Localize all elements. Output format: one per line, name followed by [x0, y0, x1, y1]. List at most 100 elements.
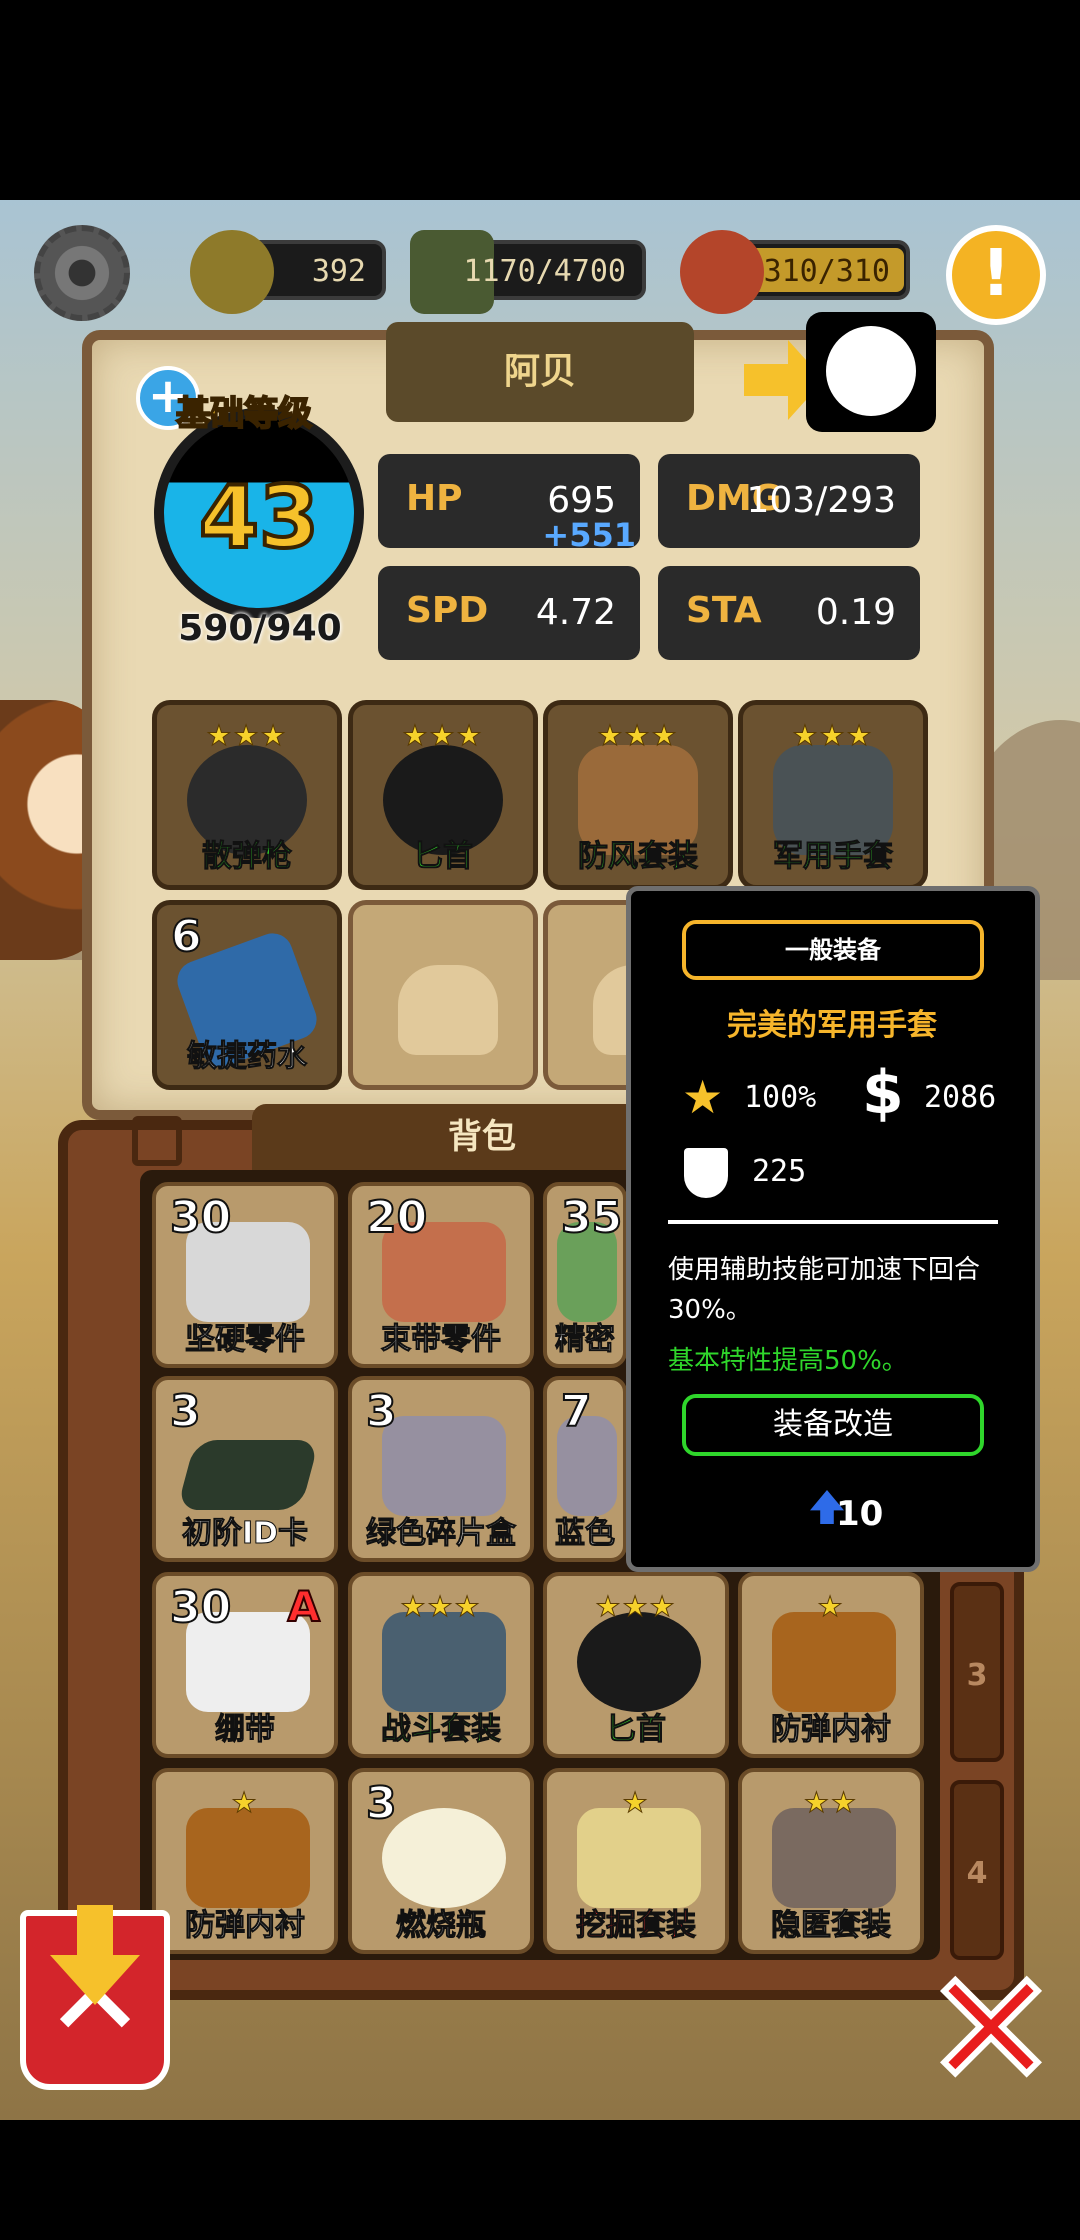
empty-consumable-slot[interactable] [348, 900, 538, 1090]
dollar-icon: $ [862, 1058, 904, 1128]
vest-icon [186, 1808, 310, 1908]
inventory-slot[interactable]: ★★ 隐匿套装 [738, 1768, 924, 1954]
quality-value: 100% [744, 1080, 817, 1115]
item-bonus: 基本特性提高50%。 [668, 1346, 908, 1376]
item-count: 6 [170, 910, 203, 963]
stat-dmg: DMG 103/293 [658, 454, 920, 548]
inventory-slot[interactable]: ★ 防弹内衬 [738, 1572, 924, 1758]
item-count: 30 [169, 1191, 232, 1244]
bottom-bar [0, 2120, 1080, 2240]
inventory-slot[interactable]: ★ 挖掘套装 [543, 1768, 729, 1954]
divider [668, 1220, 998, 1224]
ammo-value: 1170/4700 [463, 254, 626, 289]
ammo-counter: 1170/4700 [410, 230, 646, 314]
winged-emblem-icon [826, 326, 916, 416]
stat-spd: SPD 4.72 [378, 566, 640, 660]
equip-slot-windbreaker[interactable]: ★★★ 防风套装 [543, 700, 733, 890]
item-count: 3 [365, 1777, 398, 1830]
defense-value: 225 [752, 1154, 807, 1189]
star-rating: ★ [817, 1590, 845, 1624]
star-rating: ★★★ [595, 1590, 677, 1624]
inventory-slot[interactable]: ★ 防弹内衬 [152, 1768, 338, 1954]
item-count: 3 [365, 1385, 398, 1438]
item-label: 绷带 [215, 1712, 276, 1748]
shield-icon [684, 1148, 728, 1198]
star-icon: ★ [682, 1070, 724, 1124]
meat-icon [680, 230, 764, 314]
slot-label: 散弹枪 [202, 839, 293, 875]
star-rating: ★★★ [400, 1590, 482, 1624]
item-tooltip [626, 886, 1040, 1572]
inventory-slot[interactable]: ★★★ 匕首 [543, 1572, 729, 1758]
stat-hp: HP 695 +551 [378, 454, 640, 554]
item-description: 使用辅助技能可加速下回合30%。 [668, 1255, 981, 1325]
alert-icon[interactable]: ! [946, 225, 1046, 325]
food-value: 310/310 [763, 254, 890, 289]
item-count: 20 [365, 1191, 428, 1244]
vest-icon [772, 1612, 896, 1712]
id-card-icon [176, 1440, 320, 1510]
slot-label: 匕首 [413, 839, 474, 875]
stat-value: 695 [547, 480, 616, 521]
equip-slot-dagger[interactable]: ★★★ 匕首 [348, 700, 538, 890]
stat-value: 4.72 [535, 592, 616, 633]
item-label: 初阶ID卡 [181, 1516, 309, 1552]
inventory-slot[interactable]: 3 绿色碎片盒 [348, 1376, 534, 1562]
item-count: 7 [560, 1385, 593, 1438]
class-emblem-button[interactable] [806, 312, 936, 432]
upgrade-equipment-button[interactable]: 装备改造 [682, 1394, 984, 1456]
dagger-icon [577, 1612, 701, 1712]
square-icon [132, 1116, 182, 1166]
backpack-page-4-tab[interactable]: 4 [950, 1780, 1004, 1960]
rarity-badge: 一般装备 [682, 920, 984, 980]
stat-key: STA [686, 590, 762, 631]
settings-gear-icon[interactable] [34, 225, 130, 321]
stat-key: HP [406, 478, 463, 519]
bolt-icon [190, 230, 274, 314]
rank-badge: A [286, 1581, 320, 1632]
inventory-slot[interactable]: 30 坚硬零件 [152, 1182, 338, 1368]
slot-label: 防风套装 [578, 839, 699, 875]
equip-slot-gloves[interactable]: ★★★ 军用手套 [738, 700, 928, 890]
inventory-slot[interactable]: 3 燃烧瓶 [348, 1768, 534, 1954]
item-label: 防弹内衬 [185, 1908, 306, 1944]
inventory-slot[interactable]: 7 蓝色 [543, 1376, 627, 1562]
backpack-page-3-tab[interactable]: 3 [950, 1582, 1004, 1762]
star-rating: ★★ [803, 1786, 859, 1820]
food-counter: 310/310 [680, 230, 910, 314]
stat-value: 0.19 [815, 592, 896, 633]
item-count: 35 [560, 1191, 623, 1244]
item-label: 挖掘套装 [576, 1908, 697, 1944]
stat-bonus: +551 [542, 516, 636, 554]
item-count: 30 [169, 1581, 232, 1634]
inventory-slot[interactable]: 20 束带零件 [348, 1182, 534, 1368]
character-name: 阿贝 [386, 322, 694, 422]
star-rating: ★★★ [792, 719, 874, 753]
star-rating: ★★★ [402, 719, 484, 753]
molotov-icon [382, 1808, 506, 1908]
item-label: 精密 [555, 1322, 616, 1358]
item-label: 燃烧瓶 [396, 1908, 487, 1944]
inventory-slot[interactable]: 35 精密 [543, 1182, 627, 1368]
item-label: 战斗套装 [381, 1712, 502, 1748]
inventory-slot[interactable]: ★★★ 战斗套装 [348, 1572, 534, 1758]
star-rating: ★ [231, 1786, 259, 1820]
bolts-value: 392 [311, 254, 366, 289]
consumable-slot-agility-potion[interactable]: 6 敏捷药水 [152, 900, 342, 1090]
close-button[interactable]: ✕ [921, 1947, 1061, 2113]
item-count: 3 [169, 1385, 202, 1438]
bolts-counter: 392 [190, 230, 386, 314]
item-label: 隐匿套装 [771, 1908, 892, 1944]
inventory-slot[interactable]: 30 A 绷带 [152, 1572, 338, 1758]
item-label: 绿色碎片盒 [366, 1516, 517, 1552]
green-chest-icon [382, 1416, 506, 1516]
bag-placeholder-icon [398, 965, 498, 1055]
stat-value: 103/293 [746, 480, 896, 521]
stealth-suit-icon [772, 1808, 896, 1908]
xp-value: 590/940 [178, 608, 342, 649]
star-rating: ★★★ [206, 719, 288, 753]
inventory-slot[interactable]: 3 初阶ID卡 [152, 1376, 338, 1562]
star-rating: ★ [622, 1786, 650, 1820]
slot-label: 军用手套 [773, 839, 894, 875]
equip-slot-shotgun[interactable]: ★★★ 散弹枪 [152, 700, 342, 890]
